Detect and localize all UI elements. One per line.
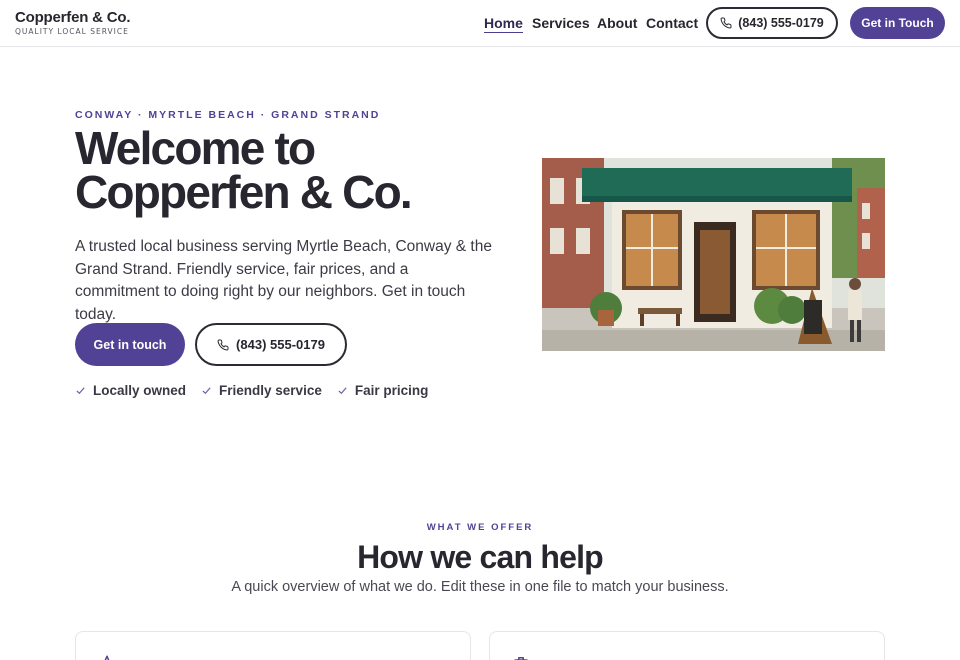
storefront-photo [542,158,885,351]
hero-phone-label: (843) 555-0179 [236,337,325,352]
hero-description: A trusted local business serving Myrtle … [75,238,492,323]
brand-logo[interactable]: Copperfen & Co. QUALITY LOCAL SERVICE [15,9,131,37]
header-get-in-touch-button[interactable]: Get in Touch [850,7,945,39]
brand-name: Copperfen & Co. [15,9,131,26]
header-phone-button[interactable]: (843) 555-0179 [706,7,838,39]
check-icon [338,387,347,395]
hero-get-in-touch-button[interactable]: Get in touch [75,323,185,366]
hero-phone-button[interactable]: (843) 555-0179 [195,323,347,366]
header-phone-label: (843) 555-0179 [738,16,824,30]
offer-eyebrow: WHAT WE OFFER [426,522,534,533]
feature-label: Friendly service [219,383,322,398]
brand-tagline: QUALITY LOCAL SERVICE [15,27,129,36]
phone-icon [720,17,732,29]
hero-eyebrow: CONWAY · MYRTLE BEACH · GRAND STRAND [75,109,381,121]
nav-about-link[interactable]: About [597,15,637,33]
hero-title-line2: Copperfen & Co. [75,166,413,218]
star-icon [104,655,110,660]
service-card[interactable] [489,631,885,660]
feature-item: Fair pricing [337,383,429,398]
briefcase-icon [514,657,528,660]
offer-title: How we can help [357,539,604,575]
site-header: Copperfen & Co. QUALITY LOCAL SERVICE Ho… [0,0,960,47]
nav-home-link[interactable]: Home [484,15,523,33]
feature-label: Locally owned [93,383,187,398]
feature-label: Fair pricing [354,383,429,398]
check-icon [76,387,85,395]
nav-services-link[interactable]: Services [532,15,590,33]
phone-icon [217,338,229,350]
feature-list: Locally owned Friendly service Fair pric… [75,383,428,398]
hero-title: Welcome to Copperfen & Co. [75,125,515,215]
offer-subtitle: A quick overview of what we do. Edit the… [231,579,729,595]
nav-contact-link[interactable]: Contact [646,15,698,33]
check-icon [202,387,211,395]
service-card[interactable] [75,631,471,660]
feature-item: Friendly service [201,383,322,398]
feature-item: Locally owned [75,383,186,398]
